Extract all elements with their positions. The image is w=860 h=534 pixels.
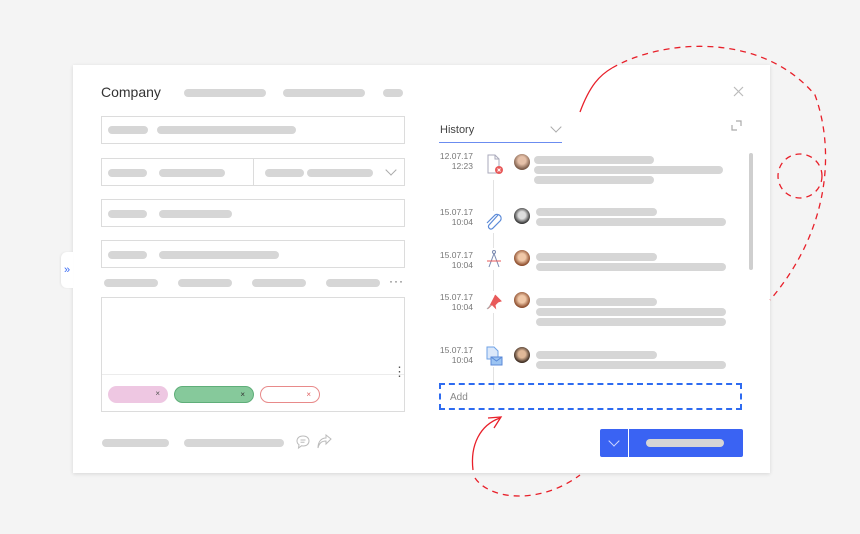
footer-link-1[interactable] xyxy=(102,439,169,447)
annotation-dashed-bottom xyxy=(474,474,581,497)
field-3[interactable] xyxy=(101,199,405,227)
tag-green[interactable]: × xyxy=(174,386,254,403)
subtab-3[interactable] xyxy=(252,279,306,287)
entry-5-date: 15.07.17 10:04 xyxy=(439,345,473,365)
entry-4-line xyxy=(536,318,726,326)
entry-3-date: 15.07.17 10:04 xyxy=(439,250,473,270)
entry-1-date: 12.07.17 12:23 xyxy=(439,151,473,171)
add-input[interactable]: Add xyxy=(439,383,742,410)
comment-icon[interactable] xyxy=(295,434,311,450)
field-3-label xyxy=(108,210,147,218)
field-2-value xyxy=(159,169,225,177)
entry-2-line xyxy=(536,218,726,226)
tab-2[interactable] xyxy=(283,89,365,97)
subtab-1[interactable] xyxy=(104,279,158,287)
entry-3-line xyxy=(536,253,657,261)
document-mail-icon xyxy=(483,345,505,367)
field-3-value xyxy=(159,210,232,218)
field-2-label xyxy=(108,169,147,177)
annotation-circle xyxy=(777,153,823,199)
field-1[interactable] xyxy=(101,116,405,144)
entry-4-line xyxy=(536,298,657,306)
tab-3[interactable] xyxy=(383,89,403,97)
expand-icon[interactable] xyxy=(731,120,742,131)
avatar xyxy=(514,208,530,224)
select-value-2 xyxy=(307,169,373,177)
history-dropdown[interactable]: History xyxy=(440,124,474,136)
entry-5-line xyxy=(536,351,657,359)
field-4-value xyxy=(159,251,279,259)
avatar xyxy=(514,154,530,170)
history-underline xyxy=(439,142,562,143)
tag-pink[interactable]: × xyxy=(108,386,168,403)
field-1-label xyxy=(108,126,148,134)
entry-1-line xyxy=(534,176,654,184)
vertical-more-icon[interactable]: ⋮ xyxy=(393,364,407,380)
entry-1-line xyxy=(534,156,654,164)
divider xyxy=(102,374,404,375)
close-icon[interactable] xyxy=(733,86,744,97)
paperclip-icon xyxy=(483,211,505,233)
entry-3-line xyxy=(536,263,726,271)
more-icon[interactable]: ··· xyxy=(389,274,404,288)
select-value-1 xyxy=(265,169,304,177)
field-4-label xyxy=(108,251,147,259)
primary-button[interactable] xyxy=(629,429,743,457)
footer-link-2[interactable] xyxy=(184,439,284,447)
tag-outline[interactable]: × xyxy=(260,386,320,403)
field-2-select[interactable] xyxy=(253,158,405,186)
field-2-left[interactable] xyxy=(101,158,254,186)
entry-2-line xyxy=(536,208,657,216)
chevron-down-icon xyxy=(608,435,620,447)
field-4[interactable] xyxy=(101,240,405,268)
primary-button-label xyxy=(646,439,724,447)
avatar xyxy=(514,347,530,363)
document-error-icon xyxy=(483,153,505,175)
chevron-down-icon[interactable] xyxy=(550,121,562,133)
field-1-value xyxy=(157,126,296,134)
card-title: Company xyxy=(101,84,161,100)
entry-4-date: 15.07.17 10:04 xyxy=(439,292,473,312)
subtab-4[interactable] xyxy=(326,279,380,287)
chevron-down-icon xyxy=(385,164,397,176)
entry-4-line xyxy=(536,308,726,316)
company-card: Company ··· ⋮ × × × History 12.07.17 12:… xyxy=(73,65,770,473)
compass-icon xyxy=(483,248,505,270)
pin-icon xyxy=(483,291,505,313)
avatar xyxy=(514,292,530,308)
share-icon[interactable] xyxy=(316,434,333,450)
tab-1[interactable] xyxy=(184,89,266,97)
notes-textarea[interactable]: ⋮ × × × xyxy=(101,297,407,412)
entry-1-line xyxy=(534,166,723,174)
options-dropdown-button[interactable] xyxy=(600,429,628,457)
subtab-2[interactable] xyxy=(178,279,232,287)
entry-5-line xyxy=(536,361,726,369)
sidebar-toggle[interactable]: » xyxy=(61,252,73,288)
scrollbar[interactable] xyxy=(749,153,753,270)
entry-2-date: 15.07.17 10:04 xyxy=(439,207,473,227)
avatar xyxy=(514,250,530,266)
